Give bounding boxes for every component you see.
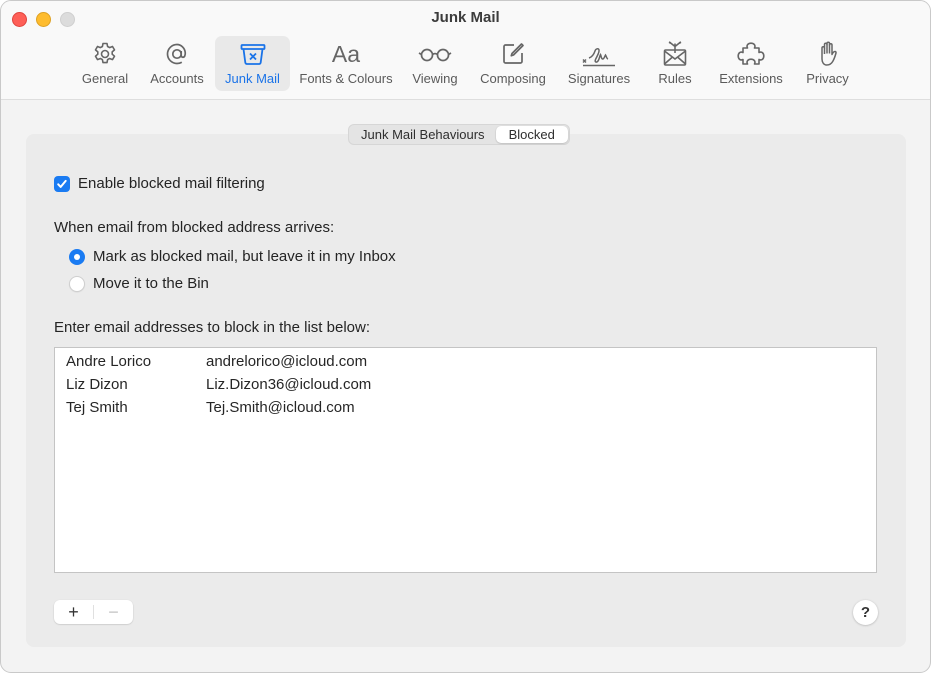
radio-option-move-to-bin[interactable]: Move it to the Bin <box>69 275 209 292</box>
blocked-name: Liz Dizon <box>66 376 128 393</box>
toolbar-item-extensions[interactable]: Extensions <box>713 36 789 91</box>
toolbar-item-rules[interactable]: Rules <box>649 36 701 91</box>
toolbar-item-label: Accounts <box>150 71 204 86</box>
toolbar-item-label: Fonts & Colours <box>299 71 393 86</box>
radio-label: Mark as blocked mail, but leave it in my… <box>93 248 396 265</box>
enable-filtering-row[interactable]: Enable blocked mail filtering <box>54 175 265 192</box>
blocked-email: andrelorico@icloud.com <box>206 353 368 370</box>
title-bar: Junk Mail General Accounts Junk Mail Aa … <box>1 1 930 100</box>
remove-button[interactable]: − <box>94 600 133 624</box>
toolbar-item-general[interactable]: General <box>75 36 135 91</box>
toolbar-item-label: Privacy <box>806 71 849 86</box>
add-button[interactable]: + <box>54 600 93 624</box>
toolbar-item-label: Rules <box>658 71 692 86</box>
signature-icon <box>580 39 618 69</box>
hand-icon <box>816 39 840 69</box>
toolbar-item-composing[interactable]: Composing <box>475 36 551 91</box>
toolbar-item-junk-mail[interactable]: Junk Mail <box>215 36 290 91</box>
toolbar-item-label: General <box>81 71 129 86</box>
list-item[interactable]: Tej Smith Tej.Smith@icloud.com <box>66 396 355 419</box>
junk-bin-icon <box>239 39 267 69</box>
blocked-email: Liz.Dizon36@icloud.com <box>206 376 372 393</box>
gear-icon <box>92 39 118 69</box>
at-sign-icon <box>164 39 190 69</box>
toolbar-item-label: Extensions <box>719 71 783 86</box>
tab-blocked[interactable]: Blocked <box>495 126 568 143</box>
font-glyph: Aa <box>331 40 361 67</box>
glasses-icon <box>417 39 453 69</box>
toolbar-item-label: Junk Mail <box>225 71 280 86</box>
radio-label: Move it to the Bin <box>93 275 209 292</box>
puzzle-piece-icon <box>734 39 768 69</box>
rules-envelope-icon <box>661 39 689 69</box>
tab-junk-mail-behaviours[interactable]: Junk Mail Behaviours <box>350 126 496 143</box>
enable-filtering-label: Enable blocked mail filtering <box>78 175 265 192</box>
help-button[interactable]: ? <box>853 600 878 625</box>
blocked-name: Tej Smith <box>66 399 128 416</box>
toolbar-item-label: Composing <box>480 71 546 86</box>
radio-option-mark-blocked[interactable]: Mark as blocked mail, but leave it in my… <box>69 248 396 265</box>
add-remove-control: + − <box>54 600 133 624</box>
blocked-email: Tej.Smith@icloud.com <box>206 399 355 416</box>
compose-icon <box>500 39 526 69</box>
font-icon: Aa <box>332 39 360 69</box>
when-label: When email from blocked address arrives: <box>54 219 335 236</box>
blocked-name: Andre Lorico <box>66 353 152 370</box>
list-item[interactable]: Liz Dizon Liz.Dizon36@icloud.com <box>66 373 371 396</box>
window-title: Junk Mail <box>431 9 500 26</box>
list-label: Enter email addresses to block in the li… <box>54 319 370 336</box>
radio-button-selected[interactable] <box>69 248 85 265</box>
preferences-toolbar: General Accounts Junk Mail Aa Fonts & Co… <box>1 36 930 92</box>
toolbar-item-signatures[interactable]: Signatures <box>561 36 637 91</box>
radio-button[interactable] <box>69 275 85 292</box>
enable-filtering-checkbox[interactable] <box>54 175 70 192</box>
blocked-addresses-list[interactable]: Andre Lorico andrelorico@icloud.com Liz … <box>54 347 877 573</box>
preferences-window: Junk Mail General Accounts Junk Mail Aa … <box>0 0 931 673</box>
toolbar-item-fonts-colours[interactable]: Aa Fonts & Colours <box>294 36 398 91</box>
toolbar-item-label: Viewing <box>412 71 458 86</box>
toolbar-item-label: Signatures <box>567 71 631 86</box>
tab-control: Junk Mail Behaviours Blocked <box>348 124 570 145</box>
toolbar-item-viewing[interactable]: Viewing <box>405 36 465 91</box>
toolbar-item-privacy[interactable]: Privacy <box>799 36 856 91</box>
toolbar-item-accounts[interactable]: Accounts <box>144 36 210 91</box>
list-item[interactable]: Andre Lorico andrelorico@icloud.com <box>66 350 367 373</box>
checkmark-icon <box>57 179 67 188</box>
